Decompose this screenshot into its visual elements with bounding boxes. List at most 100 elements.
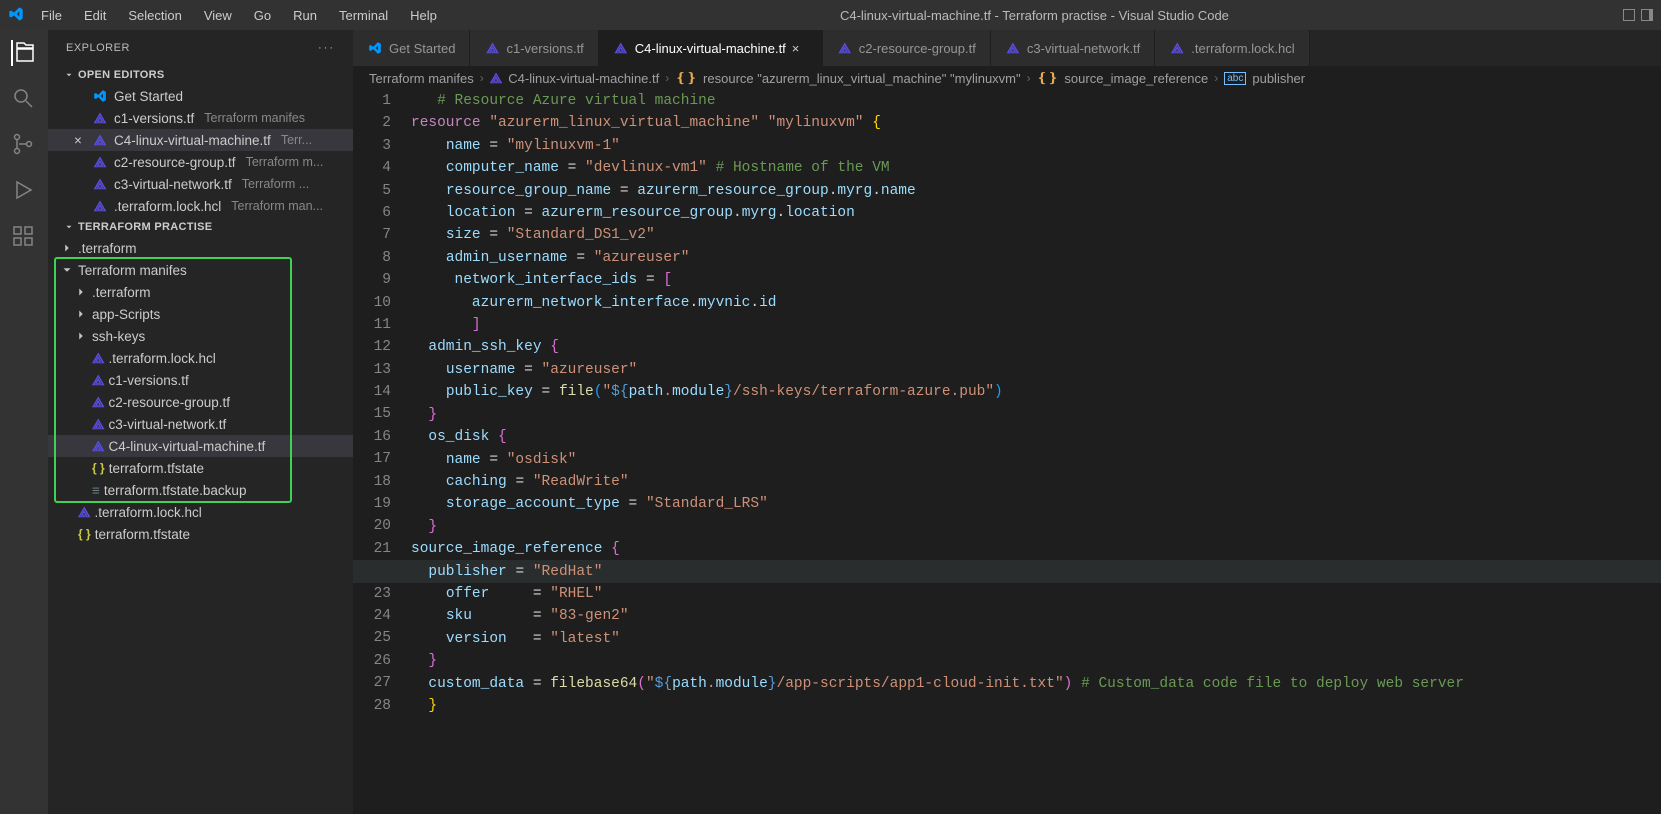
code-line[interactable]: resource "azurerm_linux_virtual_machine"…: [411, 112, 1661, 134]
code-line[interactable]: ]: [411, 314, 1661, 336]
code-line[interactable]: # Resource Azure virtual machine: [411, 90, 1661, 112]
tab-label: c1-versions.tf: [506, 41, 583, 56]
tree-folder[interactable]: ssh-keys: [48, 325, 353, 347]
source-control-icon[interactable]: [11, 132, 37, 158]
code-line[interactable]: os_disk {: [411, 426, 1661, 448]
tab[interactable]: ⟁C4-linux-virtual-machine.tf×: [599, 30, 823, 66]
menu-help[interactable]: Help: [401, 4, 446, 27]
tree-label: c3-virtual-network.tf: [109, 417, 227, 432]
close-icon[interactable]: ×: [792, 41, 808, 56]
code-line[interactable]: size = "Standard_DS1_v2": [411, 224, 1661, 246]
code-line[interactable]: name = "mylinuxvm-1": [411, 135, 1661, 157]
layout-icon[interactable]: [1623, 9, 1635, 21]
open-editor-item[interactable]: ⟁c2-resource-group.tfTerraform m...: [48, 151, 353, 173]
code-line[interactable]: network_interface_ids = [: [411, 269, 1661, 291]
code-line[interactable]: admin_ssh_key {: [411, 336, 1661, 358]
code-line[interactable]: storage_account_type = "Standard_LRS": [411, 493, 1661, 515]
tree-file[interactable]: ≡terraform.tfstate.backup: [48, 479, 353, 501]
file-hint: Terraform man...: [231, 199, 323, 213]
tree-folder[interactable]: Terraform manifes: [48, 259, 353, 281]
menu-terminal[interactable]: Terminal: [330, 4, 397, 27]
breadcrumb-folder[interactable]: Terraform manifes: [369, 71, 474, 86]
breadcrumb-symbol2[interactable]: source_image_reference: [1064, 71, 1208, 86]
code-line[interactable]: custom_data = filebase64("${path.module}…: [411, 673, 1661, 695]
menu-file[interactable]: File: [32, 4, 71, 27]
file-label: c3-virtual-network.tf: [114, 177, 232, 192]
open-editors-header[interactable]: OPEN EDITORS: [48, 65, 353, 85]
project-header[interactable]: TERRAFORM PRACTISE: [48, 217, 353, 237]
tree-label: .terraform.lock.hcl: [95, 505, 202, 520]
code-line[interactable]: source_image_reference {: [411, 538, 1661, 560]
code-line[interactable]: resource_group_name = azurerm_resource_g…: [411, 180, 1661, 202]
breadcrumbs[interactable]: Terraform manifes › ⟁ C4-linux-virtual-m…: [353, 66, 1661, 90]
sidebar-title: EXPLORER: [66, 42, 130, 54]
tree-label: c2-resource-group.tf: [109, 395, 231, 410]
tab[interactable]: ⟁c3-virtual-network.tf: [991, 30, 1155, 66]
open-editor-item[interactable]: Get Started: [48, 85, 353, 107]
file-label: c1-versions.tf: [114, 111, 194, 126]
constant-icon: abc: [1224, 72, 1246, 85]
code-line[interactable]: publisher = "RedHat": [411, 561, 1661, 583]
code-line[interactable]: }: [411, 404, 1661, 426]
open-editor-item[interactable]: ×⟁C4-linux-virtual-machine.tfTerr...: [48, 129, 353, 151]
code-line[interactable]: sku = "83-gen2": [411, 605, 1661, 627]
tree-label: .terraform: [92, 285, 151, 300]
tree-folder[interactable]: app-Scripts: [48, 303, 353, 325]
tab[interactable]: ⟁c1-versions.tf: [470, 30, 598, 66]
code-line[interactable]: }: [411, 650, 1661, 672]
explorer-icon[interactable]: [11, 40, 37, 66]
tree-file[interactable]: ⟁C4-linux-virtual-machine.tf: [48, 435, 353, 457]
code-line[interactable]: azurerm_network_interface.myvnic.id: [411, 292, 1661, 314]
tree-label: .terraform: [78, 241, 137, 256]
code-line[interactable]: }: [411, 695, 1661, 717]
tab-label: c3-virtual-network.tf: [1027, 41, 1140, 56]
code-line[interactable]: computer_name = "devlinux-vm1" # Hostnam…: [411, 157, 1661, 179]
menu-go[interactable]: Go: [245, 4, 280, 27]
code-line[interactable]: username = "azureuser": [411, 359, 1661, 381]
code-line[interactable]: offer = "RHEL": [411, 583, 1661, 605]
tree-label: c1-versions.tf: [109, 373, 189, 388]
tree-file[interactable]: ⟁c1-versions.tf: [48, 369, 353, 391]
tree-file[interactable]: { }terraform.tfstate: [48, 457, 353, 479]
breadcrumb-file[interactable]: C4-linux-virtual-machine.tf: [508, 71, 659, 86]
code-line[interactable]: location = azurerm_resource_group.myrg.l…: [411, 202, 1661, 224]
code-line[interactable]: name = "osdisk": [411, 449, 1661, 471]
line-gutter: 1234567891011121314151617181920212223242…: [353, 90, 411, 814]
run-debug-icon[interactable]: [11, 178, 37, 204]
breadcrumb-symbol1[interactable]: resource "azurerm_linux_virtual_machine"…: [703, 71, 1021, 86]
titlebar: FileEditSelectionViewGoRunTerminalHelp C…: [0, 0, 1661, 30]
tree-folder[interactable]: .terraform: [48, 237, 353, 259]
layout-side-icon[interactable]: [1641, 9, 1653, 21]
tree-file[interactable]: ⟁.terraform.lock.hcl: [48, 501, 353, 523]
code-lines[interactable]: # Resource Azure virtual machineresource…: [411, 90, 1661, 814]
tree-file[interactable]: ⟁.terraform.lock.hcl: [48, 347, 353, 369]
tab[interactable]: Get Started: [353, 30, 470, 66]
close-icon[interactable]: ×: [70, 133, 86, 148]
tree-label: C4-linux-virtual-machine.tf: [109, 439, 266, 454]
file-label: Get Started: [114, 89, 183, 104]
tree-folder[interactable]: .terraform: [48, 281, 353, 303]
search-icon[interactable]: [11, 86, 37, 112]
breadcrumb-symbol3[interactable]: publisher: [1252, 71, 1305, 86]
menu-selection[interactable]: Selection: [119, 4, 190, 27]
menu-edit[interactable]: Edit: [75, 4, 115, 27]
menu-view[interactable]: View: [195, 4, 241, 27]
open-editor-item[interactable]: ⟁c3-virtual-network.tfTerraform ...: [48, 173, 353, 195]
tree-file[interactable]: { }terraform.tfstate: [48, 523, 353, 545]
menu-run[interactable]: Run: [284, 4, 326, 27]
tree-file[interactable]: ⟁c3-virtual-network.tf: [48, 413, 353, 435]
open-editor-item[interactable]: ⟁c1-versions.tfTerraform manifes: [48, 107, 353, 129]
code-line[interactable]: admin_username = "azureuser": [411, 247, 1661, 269]
code-line[interactable]: caching = "ReadWrite": [411, 471, 1661, 493]
code-line[interactable]: version = "latest": [411, 628, 1661, 650]
code-area[interactable]: 1234567891011121314151617181920212223242…: [353, 90, 1661, 814]
extensions-icon[interactable]: [11, 224, 37, 250]
code-line[interactable]: }: [411, 516, 1661, 538]
open-editor-item[interactable]: ⟁.terraform.lock.hclTerraform man...: [48, 195, 353, 217]
tree-file[interactable]: ⟁c2-resource-group.tf: [48, 391, 353, 413]
tab[interactable]: ⟁.terraform.lock.hcl: [1155, 30, 1309, 66]
tab[interactable]: ⟁c2-resource-group.tf: [823, 30, 991, 66]
tab-label: C4-linux-virtual-machine.tf: [635, 41, 786, 56]
more-icon[interactable]: ···: [318, 42, 335, 54]
code-line[interactable]: public_key = file("${path.module}/ssh-ke…: [411, 381, 1661, 403]
